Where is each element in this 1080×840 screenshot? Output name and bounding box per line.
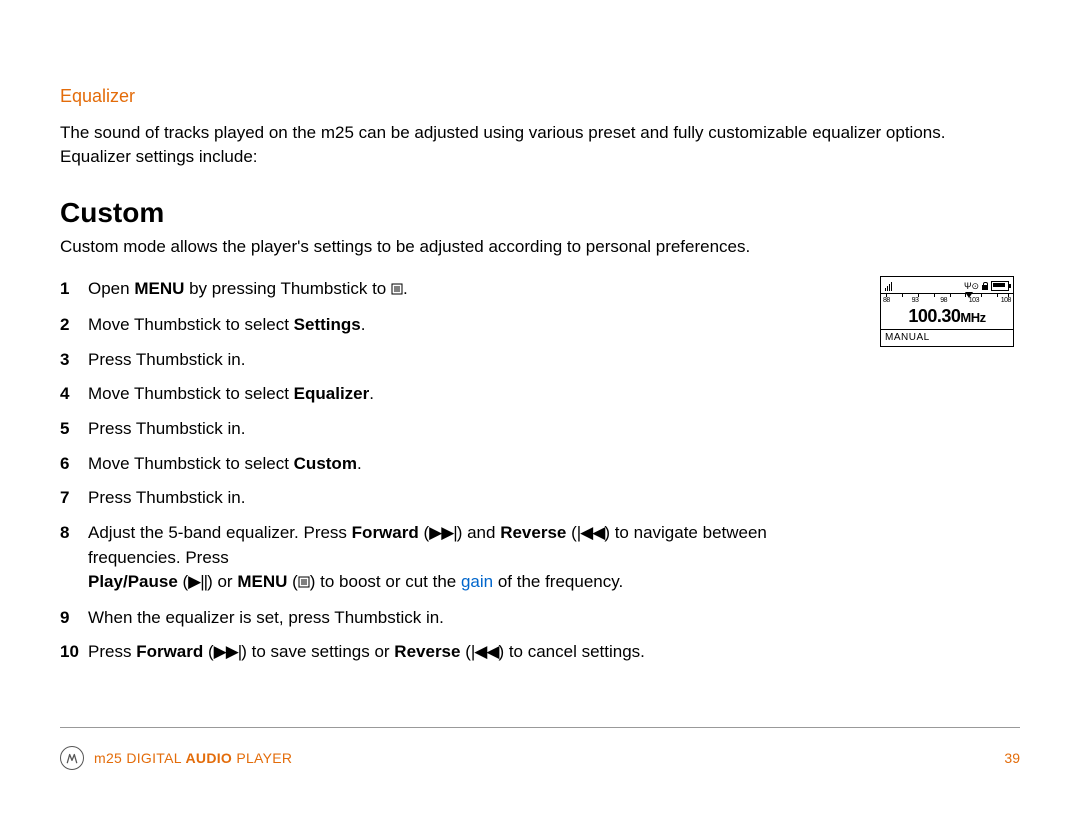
fm-frequency-value: 100.30: [908, 306, 960, 326]
page-number: 39: [1004, 750, 1020, 766]
reverse-icon: |◀◀: [471, 642, 499, 661]
fm-scale: 88 93 98 103 108: [881, 293, 1013, 306]
step-number: 9: [60, 606, 88, 631]
status-icons: Ψ⊙: [964, 281, 1009, 292]
step-item: 6Move Thumbstick to select Custom.: [60, 447, 860, 482]
step-number: 3: [60, 348, 88, 373]
manual-page: Equalizer The sound of tracks played on …: [0, 0, 1080, 840]
lock-icon: [982, 282, 988, 290]
step-number: 7: [60, 486, 88, 511]
step-item: 4Move Thumbstick to select Equalizer.: [60, 377, 860, 412]
step-text: Press Forward (▶▶|) to save settings or …: [88, 640, 860, 665]
step-text: Press Thumbstick in.: [88, 417, 860, 442]
content-row: 1Open MENU by pressing Thumbstick to .2M…: [60, 272, 1020, 670]
step-item: 2Move Thumbstick to select Settings.: [60, 308, 860, 343]
fm-scale-label: 93: [912, 297, 919, 304]
step-item: 10Press Forward (▶▶|) to save settings o…: [60, 635, 860, 670]
step-item: 9When the equalizer is set, press Thumbs…: [60, 601, 860, 636]
section-title: Equalizer: [60, 86, 1020, 107]
product-name: m25 DIGITAL AUDIO PLAYER: [94, 750, 292, 766]
heading-description: Custom mode allows the player's settings…: [60, 235, 1020, 259]
step-text: Move Thumbstick to select Custom.: [88, 452, 860, 477]
step-text: When the equalizer is set, press Thumbst…: [88, 606, 860, 631]
brand-logo-icon: [60, 746, 84, 770]
step-number: 10: [60, 640, 88, 665]
fm-scale-label: 88: [883, 297, 890, 304]
step-number: 8: [60, 521, 88, 596]
step-item: 5Press Thumbstick in.: [60, 412, 860, 447]
step-text: Press Thumbstick in.: [88, 348, 860, 373]
step-number: 5: [60, 417, 88, 442]
play-pause-icon: ▶||: [188, 572, 207, 591]
step-item: 3Press Thumbstick in.: [60, 343, 860, 378]
step-text: Adjust the 5-band equalizer. Press Forwa…: [88, 521, 860, 596]
step-item: 8Adjust the 5-band equalizer. Press Forw…: [60, 516, 860, 601]
fm-frequency-unit: MHz: [960, 310, 985, 325]
forward-icon: ▶▶|: [429, 523, 457, 542]
intro-paragraph: The sound of tracks played on the m25 ca…: [60, 121, 1020, 169]
step-text: Move Thumbstick to select Settings.: [88, 313, 860, 338]
step-text: Open MENU by pressing Thumbstick to .: [88, 277, 860, 303]
step-number: 1: [60, 277, 88, 303]
signal-bars-icon: [885, 281, 893, 291]
step-number: 4: [60, 382, 88, 407]
step-text: Move Thumbstick to select Equalizer.: [88, 382, 860, 407]
steps-list: 1Open MENU by pressing Thumbstick to .2M…: [60, 272, 860, 670]
menu-icon: [298, 571, 310, 596]
menu-icon: [391, 278, 403, 303]
fm-scale-labels: 88 93 98 103 108: [881, 297, 1013, 304]
fm-mode: MANUAL: [881, 330, 1013, 346]
step-number: 2: [60, 313, 88, 338]
antenna-icon: Ψ⊙: [964, 281, 979, 292]
reverse-icon: |◀◀: [577, 523, 605, 542]
device-screenshot: Ψ⊙ 88 93 98 103 108 100.30MHz MANUAL: [880, 276, 1014, 347]
page-footer: m25 DIGITAL AUDIO PLAYER 39: [60, 727, 1020, 770]
forward-icon: ▶▶|: [214, 642, 242, 661]
page-heading: Custom: [60, 197, 1020, 229]
step-text: Press Thumbstick in.: [88, 486, 860, 511]
battery-icon: [991, 281, 1009, 291]
fm-scale-label: 98: [940, 297, 947, 304]
fm-scale-label: 108: [1001, 297, 1011, 304]
fm-scale-label: 103: [969, 297, 979, 304]
step-item: 7Press Thumbstick in.: [60, 481, 860, 516]
fm-frequency: 100.30MHz: [881, 306, 1013, 330]
step-number: 6: [60, 452, 88, 477]
step-item: 1Open MENU by pressing Thumbstick to .: [60, 272, 860, 308]
device-status-bar: Ψ⊙: [881, 277, 1013, 293]
gain-link[interactable]: gain: [461, 572, 493, 591]
